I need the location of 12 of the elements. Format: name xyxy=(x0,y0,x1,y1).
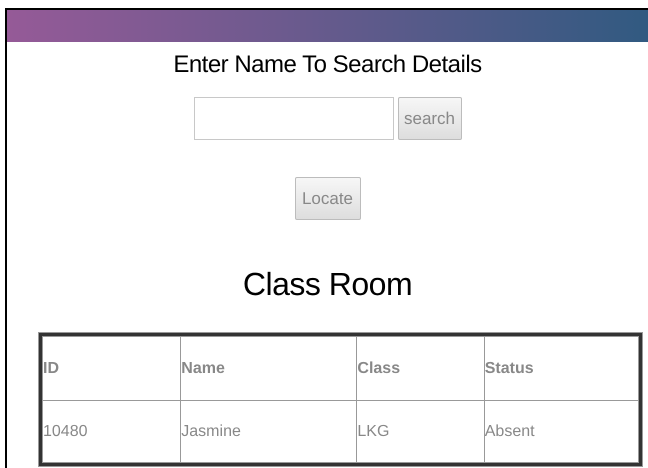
search-button[interactable]: search xyxy=(398,97,462,140)
column-header: Name xyxy=(180,336,357,400)
table-cell: 10480 xyxy=(42,400,181,462)
column-header: Status xyxy=(484,336,638,400)
table-cell: Jasmine xyxy=(180,400,357,462)
table-cell: LKG xyxy=(356,400,484,462)
section-title: Class Room xyxy=(242,265,412,304)
column-header: Class xyxy=(356,336,484,400)
locate-button[interactable]: Locate xyxy=(294,177,360,220)
page-heading: Enter Name To Search Details xyxy=(173,50,482,80)
search-field[interactable] xyxy=(194,97,394,140)
column-header: ID xyxy=(42,336,181,400)
